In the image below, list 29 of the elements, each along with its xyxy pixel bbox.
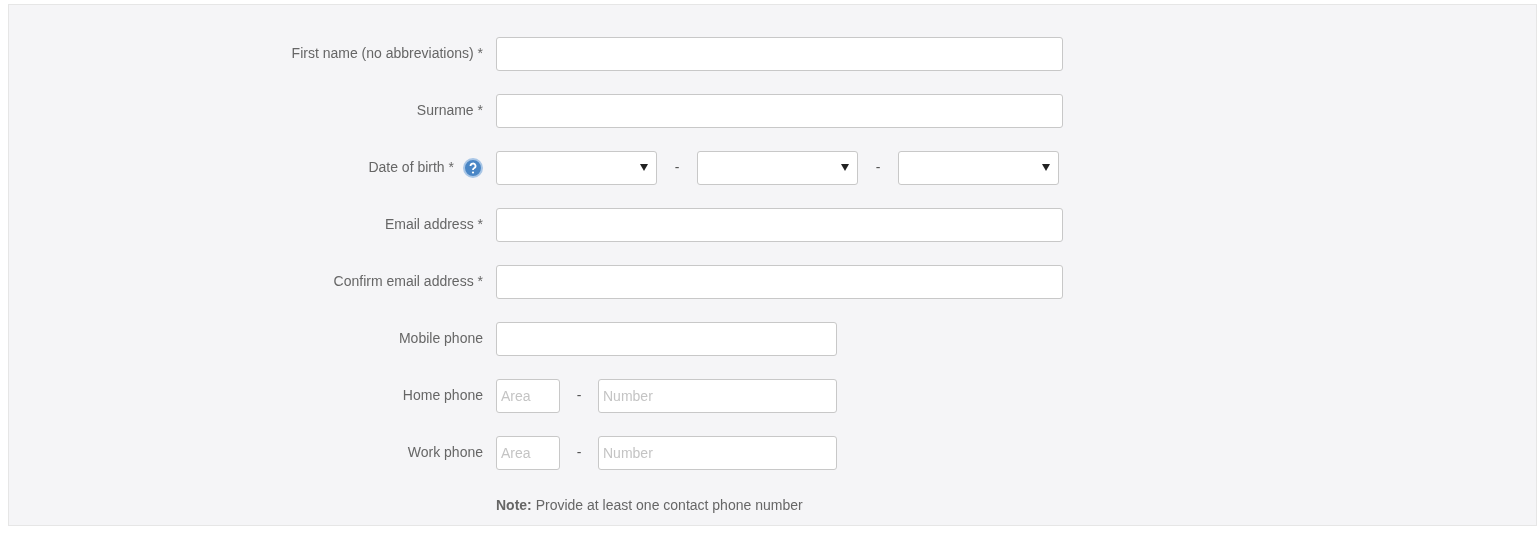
separator-dash: - (575, 386, 583, 405)
text-field[interactable] (496, 321, 837, 356)
caret-icon (841, 164, 849, 171)
text-field[interactable] (496, 93, 1063, 128)
area-code-field[interactable]: Area (496, 435, 560, 470)
text-field[interactable] (496, 264, 1063, 299)
field-label: Mobile phone (398, 329, 483, 348)
separator-dash: - (673, 158, 681, 177)
area-code-field[interactable]: Area (496, 378, 560, 413)
phone-number-field[interactable]: Number (598, 435, 837, 470)
note-text: Note: Provide at least one contact phone number (496, 497, 803, 513)
dropdown-select[interactable] (697, 150, 858, 185)
text-field[interactable] (496, 36, 1063, 71)
phone-number-field[interactable]: Number (598, 378, 837, 413)
caret-icon (640, 164, 648, 171)
field-label: Work phone (407, 443, 483, 462)
dropdown-select[interactable] (898, 150, 1059, 185)
help-icon[interactable] (463, 157, 483, 178)
field-label: Email address * (384, 215, 483, 234)
field-label: Confirm email address * (333, 272, 483, 291)
dropdown-select[interactable] (496, 150, 657, 185)
field-label: Surname * (416, 101, 483, 120)
caret-icon (1042, 164, 1050, 171)
separator-dash: - (575, 443, 583, 462)
field-label: Date of birth * (368, 158, 454, 177)
text-field[interactable] (496, 207, 1063, 242)
field-label: Home phone (402, 386, 483, 405)
separator-dash: - (874, 158, 882, 177)
field-label: First name (no abbreviations) * (291, 44, 483, 63)
